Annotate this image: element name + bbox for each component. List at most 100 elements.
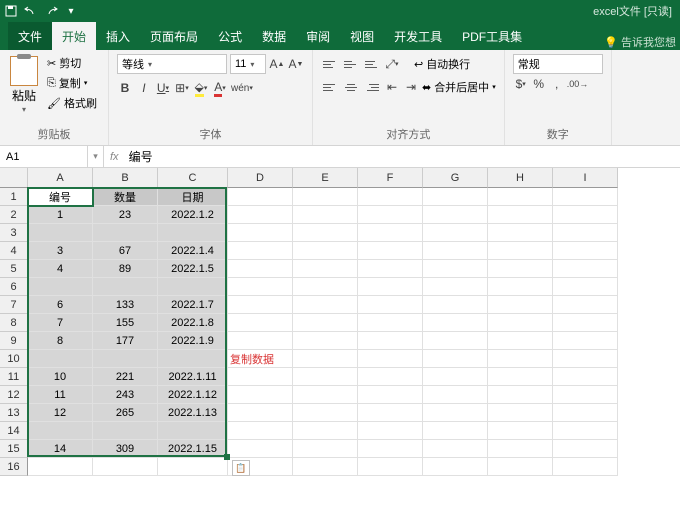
cell[interactable] (423, 350, 488, 368)
cell[interactable] (158, 350, 228, 368)
cell[interactable] (158, 422, 228, 440)
cell[interactable] (293, 314, 358, 332)
cell[interactable] (423, 386, 488, 404)
cell[interactable] (423, 458, 488, 476)
fill-handle[interactable] (224, 454, 230, 460)
row-header[interactable]: 2 (0, 206, 28, 224)
cell[interactable]: 2022.1.15 (158, 440, 228, 458)
cell[interactable] (293, 278, 358, 296)
cell[interactable] (553, 350, 618, 368)
cell[interactable] (228, 278, 293, 296)
cell[interactable] (358, 422, 423, 440)
row-header[interactable]: 6 (0, 278, 28, 296)
cell[interactable]: 2022.1.5 (158, 260, 228, 278)
cell[interactable] (423, 422, 488, 440)
cell[interactable] (553, 332, 618, 350)
cell[interactable]: 11 (28, 386, 93, 404)
cell[interactable]: 23 (93, 206, 158, 224)
cell[interactable] (158, 278, 228, 296)
cell[interactable] (28, 224, 93, 242)
column-header-E[interactable]: E (293, 168, 358, 188)
wrap-text-button[interactable]: ↩自动换行 (414, 56, 470, 72)
cell[interactable] (488, 278, 553, 296)
merge-center-button[interactable]: ⬌合并后居中▾ (422, 79, 496, 95)
cell[interactable] (488, 224, 553, 242)
cell[interactable]: 1 (28, 206, 93, 224)
cell[interactable] (293, 386, 358, 404)
cell[interactable] (488, 332, 553, 350)
cell[interactable] (553, 188, 618, 206)
fx-icon[interactable]: fx (110, 151, 119, 163)
cell[interactable] (488, 296, 553, 314)
row-header[interactable]: 4 (0, 242, 28, 260)
cell[interactable] (488, 206, 553, 224)
cell[interactable] (358, 458, 423, 476)
cell[interactable] (28, 278, 93, 296)
tab-developer[interactable]: 开发工具 (384, 22, 452, 50)
increase-font-button[interactable]: A▲ (269, 54, 285, 74)
undo-icon[interactable] (24, 4, 38, 18)
cell[interactable]: 2022.1.12 (158, 386, 228, 404)
cell[interactable] (488, 260, 553, 278)
cell[interactable] (293, 206, 358, 224)
cell[interactable] (93, 278, 158, 296)
cell[interactable]: 2022.1.9 (158, 332, 228, 350)
cell[interactable]: 221 (93, 368, 158, 386)
cell[interactable] (488, 368, 553, 386)
cut-button[interactable]: ✂剪切 (44, 54, 100, 72)
cell[interactable] (553, 404, 618, 422)
cell[interactable]: 数量 (93, 188, 158, 206)
column-header-A[interactable]: A (28, 168, 93, 188)
increase-decimal-button[interactable]: .00→ (567, 74, 589, 94)
cell[interactable] (488, 350, 553, 368)
paste-options-button[interactable]: 📋 (232, 460, 250, 476)
cell[interactable]: 133 (93, 296, 158, 314)
cell[interactable] (28, 422, 93, 440)
orientation-button[interactable]: ⤢▾ (384, 54, 400, 74)
cell[interactable]: 编号 (28, 188, 93, 206)
row-header[interactable]: 10 (0, 350, 28, 368)
cell[interactable] (93, 422, 158, 440)
font-size-select[interactable]: 11▾ (230, 54, 266, 74)
cell[interactable] (228, 260, 293, 278)
cell[interactable] (358, 404, 423, 422)
column-header-F[interactable]: F (358, 168, 423, 188)
cell[interactable]: 67 (93, 242, 158, 260)
formula-input[interactable]: 编号 (129, 148, 153, 165)
cell[interactable] (358, 188, 423, 206)
cell[interactable] (553, 296, 618, 314)
copy-button[interactable]: ⎘复制▾ (44, 74, 100, 92)
tab-formulas[interactable]: 公式 (208, 22, 252, 50)
cell[interactable] (553, 458, 618, 476)
cell[interactable] (553, 206, 618, 224)
cell[interactable] (553, 260, 618, 278)
cell[interactable] (358, 440, 423, 458)
cell[interactable] (358, 332, 423, 350)
cell[interactable] (228, 386, 293, 404)
row-header[interactable]: 1 (0, 188, 28, 206)
cell[interactable] (293, 422, 358, 440)
column-header-I[interactable]: I (553, 168, 618, 188)
row-header[interactable]: 14 (0, 422, 28, 440)
cell[interactable]: 8 (28, 332, 93, 350)
accounting-format-button[interactable]: $▾ (513, 74, 529, 94)
align-center-button[interactable] (342, 79, 360, 95)
cell[interactable] (488, 422, 553, 440)
tab-layout[interactable]: 页面布局 (140, 22, 208, 50)
cell[interactable] (553, 386, 618, 404)
cell[interactable] (28, 458, 93, 476)
cell[interactable] (423, 314, 488, 332)
cell[interactable]: 243 (93, 386, 158, 404)
cell[interactable] (423, 296, 488, 314)
name-box-dropdown[interactable]: ▾ (88, 146, 104, 167)
cell[interactable] (488, 188, 553, 206)
cell[interactable] (358, 260, 423, 278)
cell[interactable] (358, 368, 423, 386)
tab-insert[interactable]: 插入 (96, 22, 140, 50)
save-icon[interactable] (4, 4, 18, 18)
cell[interactable] (228, 440, 293, 458)
cell[interactable] (423, 224, 488, 242)
annotation-text[interactable]: 复制数据 (228, 350, 293, 368)
cell[interactable] (553, 242, 618, 260)
cell[interactable]: 14 (28, 440, 93, 458)
